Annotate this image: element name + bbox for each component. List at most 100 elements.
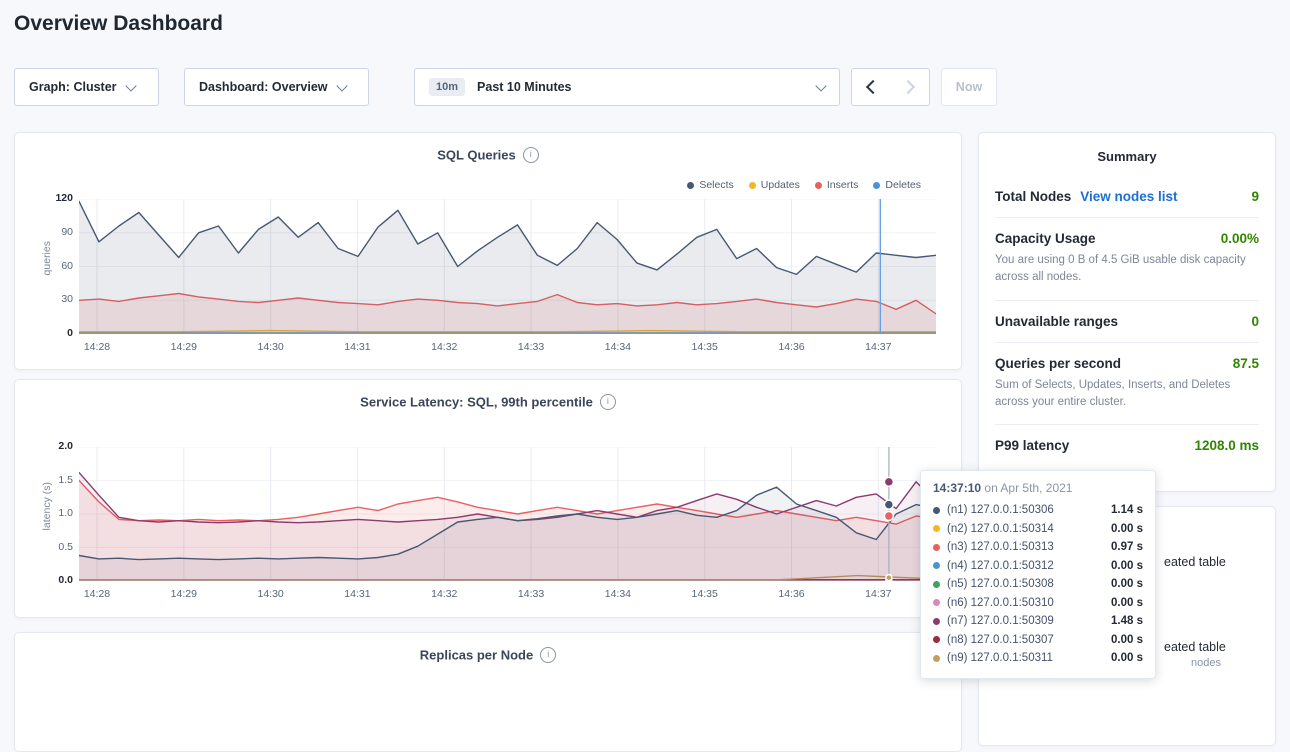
time-next-button[interactable] xyxy=(890,68,930,106)
p99-latency-value: 1208.0 ms xyxy=(1194,438,1259,453)
info-icon[interactable]: i xyxy=(523,147,539,163)
p99-latency-label: P99 latency xyxy=(995,438,1069,453)
graph-dropdown-label: Graph: Cluster xyxy=(29,80,117,94)
tooltip-row: (n7) 127.0.0.1:503091.48 s xyxy=(933,612,1143,631)
unavailable-ranges-label: Unavailable ranges xyxy=(995,314,1118,329)
dashboard-dropdown-label: Dashboard: Overview xyxy=(199,80,328,94)
summary-row-capacity: Capacity Usage 0.00% You are using 0 B o… xyxy=(995,217,1259,300)
node-color-dot xyxy=(933,655,940,662)
y-axis-tick: 2.0 xyxy=(29,440,73,452)
node-latency-value: 1.14 s xyxy=(1111,504,1143,516)
x-axis-tick: 14:28 xyxy=(84,588,110,600)
graph-dropdown[interactable]: Graph: Cluster xyxy=(14,68,159,106)
x-axis-tick: 14:31 xyxy=(344,588,370,600)
node-address: (n8) 127.0.0.1:50307 xyxy=(947,634,1111,646)
time-range-picker[interactable]: 10m Past 10 Minutes xyxy=(414,68,840,106)
service-latency-plot[interactable] xyxy=(79,447,936,581)
legend-color-dot xyxy=(815,182,822,189)
info-icon[interactable]: i xyxy=(600,394,616,410)
node-address: (n5) 127.0.0.1:50308 xyxy=(947,578,1111,590)
node-latency-value: 0.97 s xyxy=(1111,541,1143,553)
legend-color-dot xyxy=(687,182,694,189)
node-color-dot xyxy=(933,599,940,606)
legend-item-deletes: Deletes xyxy=(873,179,921,191)
unavailable-ranges-value: 0 xyxy=(1251,314,1259,329)
capacity-label: Capacity Usage xyxy=(995,231,1096,246)
node-color-dot xyxy=(933,618,940,625)
dashboard-controls: Graph: Cluster Dashboard: Overview 10m P… xyxy=(14,68,1276,106)
event-text-fragment: eated table xyxy=(1164,640,1226,654)
tooltip-time: 14:37:10 xyxy=(933,481,981,495)
node-latency-value: 0.00 s xyxy=(1111,652,1143,664)
summary-row-unavailable-ranges: Unavailable ranges 0 xyxy=(995,300,1259,342)
x-axis-tick: 14:33 xyxy=(518,588,544,600)
chart-legend: SelectsUpdatesInsertsDeletes xyxy=(687,179,921,191)
summary-panel: Summary Total Nodes View nodes list 9 Ca… xyxy=(978,132,1276,492)
now-button[interactable]: Now xyxy=(941,68,997,106)
node-address: (n3) 127.0.0.1:50313 xyxy=(947,541,1111,553)
legend-item-updates: Updates xyxy=(749,179,800,191)
tooltip-row: (n8) 127.0.0.1:503070.00 s xyxy=(933,631,1143,650)
summary-title: Summary xyxy=(979,133,1275,176)
legend-label: Deletes xyxy=(885,179,921,191)
total-nodes-label: Total Nodes xyxy=(995,189,1071,204)
legend-color-dot xyxy=(873,182,880,189)
node-address: (n4) 127.0.0.1:50312 xyxy=(947,560,1111,572)
x-axis-tick: 14:30 xyxy=(257,588,283,600)
chevron-down-icon xyxy=(815,80,826,91)
node-latency-value: 0.00 s xyxy=(1111,578,1143,590)
x-axis-tick: 14:36 xyxy=(778,588,804,600)
tooltip-row: (n9) 127.0.0.1:503110.00 s xyxy=(933,649,1143,668)
tooltip-rows: (n1) 127.0.0.1:503061.14 s (n2) 127.0.0.1… xyxy=(933,501,1143,668)
event-text-fragment: eated table xyxy=(1164,555,1226,569)
node-latency-value: 0.00 s xyxy=(1111,634,1143,646)
dashboard-dropdown[interactable]: Dashboard: Overview xyxy=(184,68,369,106)
x-axis-tick: 14:29 xyxy=(171,341,197,353)
y-axis-tick: 0.0 xyxy=(29,574,73,586)
tooltip-date: on Apr 5th, 2021 xyxy=(984,481,1072,495)
time-prev-button[interactable] xyxy=(851,68,891,106)
legend-item-selects: Selects xyxy=(687,179,733,191)
chart-title: Service Latency: SQL, 99th percentile xyxy=(360,394,593,409)
chevron-down-icon xyxy=(125,80,136,91)
qps-value: 87.5 xyxy=(1233,356,1259,371)
capacity-description: You are using 0 B of 4.5 GiB usable disk… xyxy=(995,252,1259,287)
summary-row-p99: P99 latency 1208.0 ms xyxy=(995,424,1259,466)
info-icon[interactable]: i xyxy=(540,647,556,663)
x-axis-tick: 14:29 xyxy=(171,588,197,600)
x-axis-tick: 14:32 xyxy=(431,588,457,600)
y-axis-tick: 60 xyxy=(29,260,73,272)
page-title: Overview Dashboard xyxy=(14,12,223,36)
tooltip-row: (n3) 127.0.0.1:503130.97 s xyxy=(933,538,1143,557)
y-axis-tick: 30 xyxy=(29,293,73,305)
x-axis-tick: 14:36 xyxy=(778,341,804,353)
total-nodes-value: 9 xyxy=(1251,189,1259,204)
node-color-dot xyxy=(933,636,940,643)
qps-description: Sum of Selects, Updates, Inserts, and De… xyxy=(995,377,1259,412)
summary-row-total-nodes: Total Nodes View nodes list 9 xyxy=(995,176,1259,217)
y-axis-tick: 1.5 xyxy=(29,474,73,486)
tooltip-row: (n6) 127.0.0.1:503100.00 s xyxy=(933,594,1143,613)
summary-row-qps: Queries per second 87.5 Sum of Selects, … xyxy=(995,342,1259,425)
sql-queries-plot[interactable] xyxy=(79,199,936,334)
node-address: (n1) 127.0.0.1:50306 xyxy=(947,504,1111,516)
chart-hover-tooltip: 14:37:10 on Apr 5th, 2021 (n1) 127.0.0.1… xyxy=(920,470,1156,679)
time-range-badge: 10m xyxy=(429,78,465,96)
view-nodes-list-link[interactable]: View nodes list xyxy=(1080,189,1177,204)
x-axis-tick: 14:37 xyxy=(865,341,891,353)
legend-label: Selects xyxy=(699,179,733,191)
tooltip-row: (n4) 127.0.0.1:503120.00 s xyxy=(933,557,1143,576)
y-axis-tick: 120 xyxy=(29,192,73,204)
node-latency-value: 0.00 s xyxy=(1111,523,1143,535)
y-axis-tick: 90 xyxy=(29,226,73,238)
capacity-value: 0.00% xyxy=(1221,231,1259,246)
time-range-label: Past 10 Minutes xyxy=(477,80,571,94)
tooltip-row: (n2) 127.0.0.1:503140.00 s xyxy=(933,520,1143,539)
x-axis-tick: 14:37 xyxy=(865,588,891,600)
node-address: (n9) 127.0.0.1:50311 xyxy=(947,652,1111,664)
node-color-dot xyxy=(933,525,940,532)
node-latency-value: 1.48 s xyxy=(1111,615,1143,627)
tooltip-row: (n5) 127.0.0.1:503080.00 s xyxy=(933,575,1143,594)
chevron-right-icon xyxy=(900,80,914,94)
node-color-dot xyxy=(933,581,940,588)
